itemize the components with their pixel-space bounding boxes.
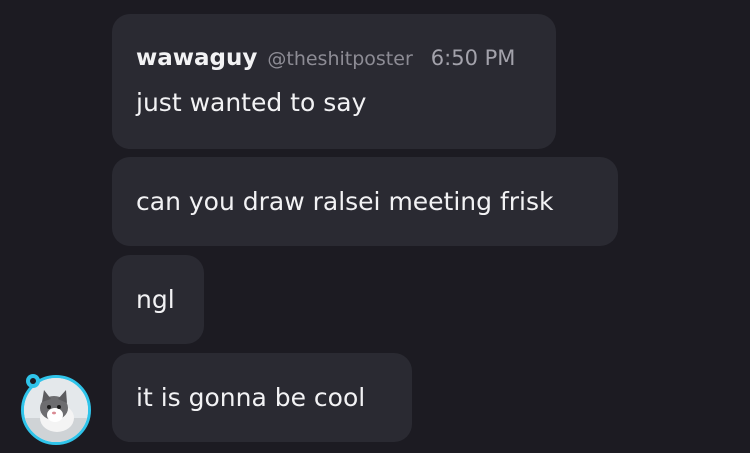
message-text: just wanted to say: [136, 88, 367, 117]
cyan-badge-icon: [25, 373, 41, 389]
avatar[interactable]: [21, 373, 91, 445]
message-text: it is gonna be cool: [136, 383, 366, 412]
message-bubble-1[interactable]: wawaguy @theshitposter 6:50 PM just want…: [112, 14, 556, 149]
message-bubble-2[interactable]: can you draw ralsei meeting frisk: [112, 157, 618, 246]
message-timestamp: 6:50 PM: [430, 46, 516, 70]
message-text: ngl: [136, 285, 175, 314]
message-header: wawaguy @theshitposter 6:50 PM: [136, 45, 515, 71]
message-bubble-4[interactable]: it is gonna be cool: [112, 353, 412, 442]
message-text: can you draw ralsei meeting frisk: [136, 187, 554, 216]
username[interactable]: wawaguy: [136, 45, 257, 71]
chat-thread: wawaguy @theshitposter 6:50 PM just want…: [0, 0, 750, 453]
message-bubble-3[interactable]: ngl: [112, 255, 204, 344]
user-handle[interactable]: @theshitposter: [267, 48, 412, 70]
